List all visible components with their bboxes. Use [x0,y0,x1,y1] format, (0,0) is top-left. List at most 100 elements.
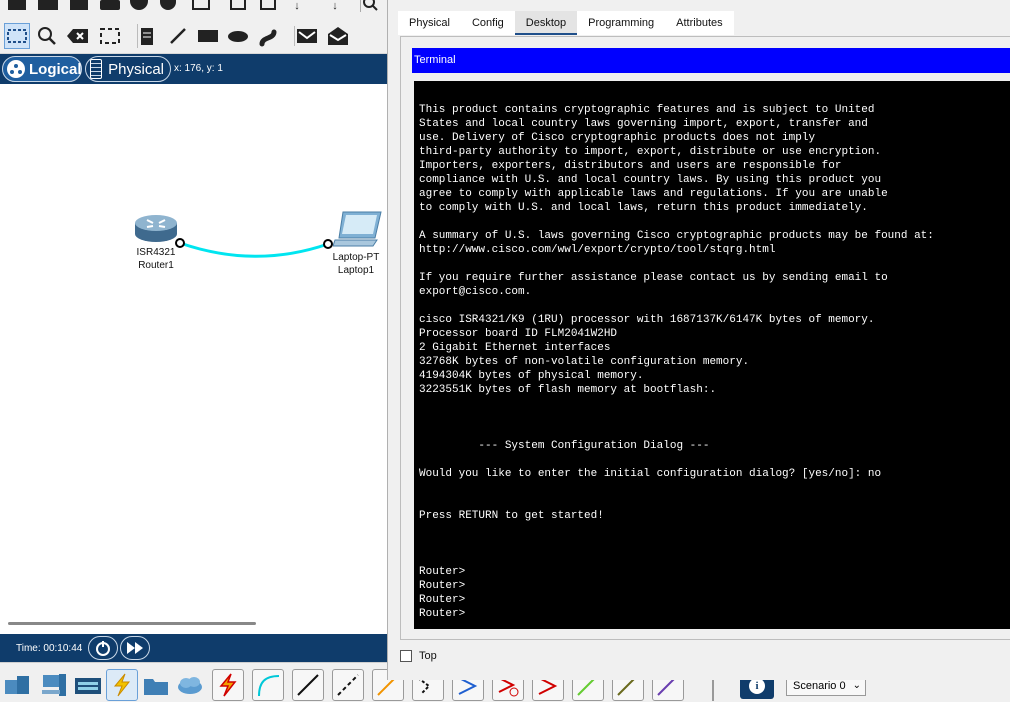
terminal-line: 2 Gigabit Ethernet interfaces [419,342,611,354]
straight-through-cable-icon[interactable] [292,669,324,701]
new-file-icon[interactable] [8,0,26,10]
terminal-title: Terminal [412,48,1010,73]
paste-icon[interactable] [260,0,276,10]
terminal-line: States and local country laws governing … [419,118,868,130]
desktop-panel: Terminal This product contains cryptogra… [400,36,1010,640]
workspace-mode-bar: Logical Physical x: 176, y: 1 [0,54,387,84]
terminal-line: http://www.cisco.com/wwl/export/crypto/t… [419,244,776,256]
terminal-line: 32768K bytes of non-volatile configurati… [419,356,750,368]
components-icon[interactable] [72,669,104,701]
logical-workspace[interactable]: ISR4321 Router1 Laptop-PT Laptop1 [0,84,387,634]
scenario-selected: Scenario 0 [793,680,846,692]
top-checkbox[interactable]: Top [400,650,437,662]
laptop-label: Laptop-PT Laptop1 [326,251,386,277]
zoom-icon[interactable] [360,0,378,12]
physical-label: Physical [108,60,164,78]
terminal-line: 4194304K bytes of physical memory. [419,370,644,382]
laptop-icon [332,211,382,247]
open-envelope-icon[interactable] [326,24,350,48]
terminal-line: A summary of U.S. laws governing Cisco c… [419,230,934,242]
horizontal-scrollbar[interactable] [8,622,256,625]
save-icon[interactable] [70,0,88,10]
tab-attributes[interactable]: Attributes [665,11,733,35]
end-devices-icon[interactable] [38,669,70,701]
edit-toolbar [0,18,387,54]
ellipse-icon[interactable] [228,31,248,42]
link-endpoint [323,239,333,249]
terminal-line: use. Delivery of Cisco cryptographic pro… [419,132,816,144]
console-cable-icon[interactable] [252,669,284,701]
rectangle-icon[interactable] [198,30,218,42]
network-icon[interactable] [192,0,210,10]
tab-programming[interactable]: Programming [577,11,665,35]
router-label: ISR4321 Router1 [126,246,186,272]
simulation-time: Time: 00:10:44 [16,643,83,654]
copy-icon[interactable] [230,0,246,10]
terminal-line: Press RETURN to get started! [419,510,604,522]
freeform-icon[interactable] [258,26,280,48]
crossover-cable-icon[interactable] [332,669,364,701]
physical-mode-button[interactable]: Physical [85,56,171,82]
terminal-line: Processor board ID FLM2041W2HD [419,328,618,340]
logical-label: Logical [29,60,82,78]
router-icon [135,215,177,242]
multiuser-icon[interactable] [174,669,206,701]
tab-physical[interactable]: Physical [398,11,461,35]
auto-connection-icon[interactable] [212,669,244,701]
terminal-line: This product contains cryptographic feat… [419,104,875,116]
terminal-line: cisco ISR4321/K9 (1RU) processor with 16… [419,314,875,326]
user-icon[interactable] [160,0,176,10]
terminal-line: to comply with U.S. and local laws, retu… [419,202,868,214]
checkbox[interactable] [400,650,412,662]
laptop-device[interactable] [332,210,383,248]
top-checkbox-label: Top [419,650,437,662]
terminal-line: Router> [419,608,466,620]
delete-icon[interactable] [66,26,90,46]
power-cycle-button[interactable] [88,636,118,660]
router-name: Router1 [138,260,174,271]
select-icon[interactable] [4,23,30,49]
device-tabs: Physical Config Desktop Programming Attr… [398,11,734,35]
physical-icon [90,59,103,79]
time-bar: Time: 00:10:44 [0,634,387,662]
connections-icon[interactable] [106,669,138,701]
terminal-line: 3223551K bytes of flash memory at bootfl… [419,384,717,396]
info-icon: i [749,678,765,694]
cursor-coordinates: x: 176, y: 1 [174,63,223,74]
resize-icon[interactable] [98,26,122,46]
terminal-line: compliance with U.S. and local country l… [419,174,882,186]
info-icon[interactable] [130,0,148,10]
network-devices-icon[interactable] [2,669,34,701]
arrow-down-icon[interactable]: ↓ [290,0,304,12]
device-window: Physical Config Desktop Programming Attr… [387,0,1010,680]
miscellaneous-icon[interactable] [140,669,172,701]
fast-forward-icon [127,642,143,654]
terminal-line: --- System Configuration Dialog --- [419,440,710,452]
terminal-line: Router> [419,580,466,592]
tab-config[interactable]: Config [461,11,515,35]
note-icon[interactable] [137,24,155,48]
open-file-icon[interactable] [38,0,58,10]
terminal-line: Router> [419,566,466,578]
top-toolbar: ↓ ↓ [0,0,387,18]
terminal-line: Importers, exporters, distributors and u… [419,160,842,172]
terminal-line: agree to comply with applicable laws and… [419,188,888,200]
terminal-line: Router> [419,594,466,606]
logical-mode-button[interactable]: Logical [2,56,82,82]
terminal-line: third-party authority to import, export,… [419,146,882,158]
draw-line-icon[interactable] [168,26,188,46]
terminal-line: export@cisco.com. [419,286,532,298]
print-icon[interactable] [100,0,120,10]
logical-icon [7,60,25,78]
laptop-name: Laptop1 [337,265,375,276]
router-device[interactable] [133,214,179,244]
email-icon[interactable] [294,26,318,46]
terminal-line: If you require further assistance please… [419,272,888,284]
arrow-down-icon[interactable]: ↓ [328,0,342,12]
terminal-output[interactable]: This product contains cryptographic feat… [414,81,1010,629]
tab-desktop[interactable]: Desktop [514,11,578,35]
power-cycle-icon [96,641,110,656]
inspect-icon[interactable] [36,25,58,47]
topology-links [175,238,333,258]
fast-forward-button[interactable] [120,636,150,660]
